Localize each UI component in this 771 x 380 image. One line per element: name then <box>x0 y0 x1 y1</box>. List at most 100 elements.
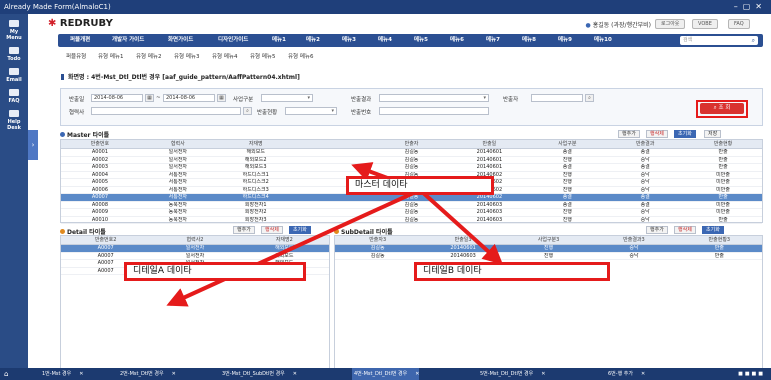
lnb-item[interactable]: 퍼블유형 <box>66 52 86 60</box>
global-nav: 퍼블개편 개발자 가이드 화면가이드 디자인가이드 메뉴1 메뉴2 메뉴3 메뉴… <box>58 34 763 47</box>
column-header[interactable]: 사업구분3 <box>506 236 591 244</box>
lnb-item[interactable]: 유형 메뉴1 <box>98 52 124 60</box>
calendar-icon[interactable]: ▦ <box>145 94 154 102</box>
gnb-item[interactable]: 메뉴9 <box>558 34 572 47</box>
column-header[interactable]: 반출일3 <box>420 236 505 244</box>
sidebar-item-todo[interactable]: Todo <box>0 47 28 62</box>
table-row[interactable]: A0003 일서전자 해외보드3 김길동 20140601 종결 종결 반출 <box>61 164 762 172</box>
gnb-item[interactable]: 메뉴3 <box>342 34 356 47</box>
table-row[interactable]: A0007 일서전자 해외보드 <box>61 253 329 260</box>
person-input[interactable] <box>531 94 583 102</box>
table-cell: 20140603 <box>476 209 503 215</box>
close-icon[interactable]: ✕ <box>293 371 297 377</box>
task-tab-active[interactable]: 4번-Mst_Dtl_Dtl번 경우 ✕ <box>352 368 420 380</box>
search-button[interactable]: ⌕ 조 회 <box>700 103 744 114</box>
column-header[interactable]: 반출번호 <box>61 140 139 148</box>
detail-delete-button[interactable]: 행삭제 <box>261 226 283 234</box>
column-header[interactable] <box>295 140 373 148</box>
gnb-item[interactable]: 개발자 가이드 <box>112 34 144 47</box>
date-from-input[interactable]: 2014-08-06 <box>91 94 143 102</box>
gnb-item[interactable]: 메뉴10 <box>594 34 612 47</box>
gnb-item[interactable]: 메뉴8 <box>522 34 536 47</box>
gnb-item[interactable]: 퍼블개편 <box>70 34 90 47</box>
task-tab[interactable]: 6번-행 추가 ✕ <box>606 368 645 380</box>
task-tab[interactable]: 5번-Mst_Dtl_Dtl번 경우 ✕ <box>478 368 545 380</box>
column-header[interactable]: 반출번호2 <box>61 236 150 244</box>
faq-button[interactable]: FAQ <box>728 19 750 29</box>
lnb-item[interactable]: 유형 메뉴6 <box>288 52 314 60</box>
close-icon[interactable]: ✕ <box>79 371 83 377</box>
sidebar-collapse-button[interactable]: › <box>28 130 38 160</box>
table-row[interactable]: 김길동 20140601 진행 승낙 반출 <box>335 245 762 253</box>
sidebar-item-helpdesk[interactable]: Help Desk <box>0 110 28 131</box>
taskbar-view-icons[interactable]: ■■■■ <box>738 371 765 377</box>
master-add-button[interactable]: 행추가 <box>618 130 640 138</box>
search-input[interactable]: 검색 ⌕ <box>680 36 758 45</box>
column-header[interactable]: 사업구분 <box>528 140 606 148</box>
column-header[interactable]: 반출자3 <box>335 236 420 244</box>
lnb-item[interactable]: 유형 메뉴5 <box>250 52 276 60</box>
gnb-item[interactable]: 메뉴4 <box>378 34 392 47</box>
table-row[interactable]: A0001 일서전자 해외보드 김길동 20140601 종결 종결 반출 <box>61 149 762 157</box>
date-to-input[interactable]: 2014-08-06 <box>163 94 215 102</box>
close-icon[interactable]: ✕ <box>641 371 645 377</box>
vobe-button[interactable]: VOBE <box>692 19 718 29</box>
column-header[interactable]: 자재명 <box>217 140 295 148</box>
no-input[interactable] <box>379 107 489 115</box>
gnb-item[interactable]: 화면가이드 <box>168 34 193 47</box>
task-tab[interactable]: 3번-Mst_Dtl_SubDtl번 경우 ✕ <box>220 368 297 380</box>
column-header[interactable]: 반출결과3 <box>591 236 676 244</box>
close-icon[interactable]: ✕ <box>172 371 176 377</box>
gnb-item[interactable]: 메뉴2 <box>306 34 320 47</box>
master-delete-button[interactable]: 행삭제 <box>646 130 668 138</box>
subdetail-add-button[interactable]: 행추가 <box>646 226 668 234</box>
column-header[interactable]: 협력사2 <box>150 236 239 244</box>
master-save-button[interactable]: 저장 <box>704 130 722 138</box>
column-header[interactable]: 반출자 <box>373 140 451 148</box>
column-header[interactable]: 반출현황3 <box>677 236 762 244</box>
lnb-item[interactable]: 유형 메뉴4 <box>212 52 238 60</box>
subdetail-reset-button[interactable]: 초기화 <box>702 226 724 234</box>
calendar-icon[interactable]: ▦ <box>217 94 226 102</box>
status-select[interactable] <box>285 107 337 115</box>
gnb-item[interactable]: 메뉴5 <box>414 34 428 47</box>
search-icon[interactable]: ⌕ <box>752 36 755 45</box>
column-header[interactable]: 협력사 <box>139 140 217 148</box>
lnb-item[interactable]: 유형 메뉴2 <box>136 52 162 60</box>
table-row[interactable]: A0007 일서전자 해외보드 <box>61 245 329 253</box>
table-row[interactable]: A0010 동북전자 회장전자3 김길동 20140603 진행 승낙 반출 <box>61 217 762 224</box>
table-row[interactable]: A0002 일서전자 해외보드2 김길동 20140601 진행 승낙 반출 <box>61 157 762 164</box>
column-header[interactable]: 반출결과 <box>606 140 684 148</box>
close-icon[interactable]: ✕ <box>415 371 419 377</box>
partner-input[interactable] <box>91 107 241 115</box>
subdetail-delete-button[interactable]: 행삭제 <box>674 226 696 234</box>
detail-reset-button[interactable]: 초기화 <box>289 226 311 234</box>
home-icon[interactable]: ⌂ <box>4 368 8 380</box>
master-reset-button[interactable]: 초기화 <box>674 130 696 138</box>
gnb-item[interactable]: 메뉴6 <box>450 34 464 47</box>
table-row[interactable]: A0007 서통전자 하드디스크4 김길동 20140602 종결 종결 반출 <box>61 194 762 202</box>
person-search-icon[interactable]: ⌕ <box>585 94 594 102</box>
window-controls[interactable]: –▢✕ <box>734 0 767 14</box>
logout-button[interactable]: 로그아웃 <box>655 19 686 29</box>
table-row[interactable]: A0009 동북전자 회장전자2 김길동 20140603 진행 승낙 미반출 <box>61 209 762 217</box>
sidebar-item-faq[interactable]: FAQ <box>0 89 28 104</box>
gnb-item[interactable]: 디자인가이드 <box>218 34 248 47</box>
task-tab[interactable]: 1번-Mst 경우 ✕ <box>40 368 83 380</box>
task-tab[interactable]: 2번-Mst_Dtl번 경우 ✕ <box>118 368 176 380</box>
sidebar-item-email[interactable]: Email <box>0 68 28 83</box>
close-icon[interactable]: ✕ <box>541 371 545 377</box>
column-header[interactable]: 자재명2 <box>240 236 329 244</box>
column-header[interactable]: 반출현황 <box>684 140 762 148</box>
gnb-item[interactable]: 메뉴1 <box>272 34 286 47</box>
table-row[interactable]: A0008 동북전자 회장전자1 김길동 20140603 종결 종결 미반출 <box>61 202 762 209</box>
result-select[interactable] <box>379 94 489 102</box>
sidebar-item-mymenu[interactable]: My Menu <box>0 20 28 41</box>
partner-search-icon[interactable]: ⌕ <box>243 107 252 115</box>
biz-select[interactable] <box>261 94 313 102</box>
gnb-item[interactable]: 메뉴7 <box>486 34 500 47</box>
column-header[interactable]: 반출일 <box>450 140 528 148</box>
detail-add-button[interactable]: 행추가 <box>233 226 255 234</box>
table-row[interactable]: 김길동 20140603 진행 승낙 반출 <box>335 253 762 260</box>
lnb-item[interactable]: 유형 메뉴3 <box>174 52 200 60</box>
